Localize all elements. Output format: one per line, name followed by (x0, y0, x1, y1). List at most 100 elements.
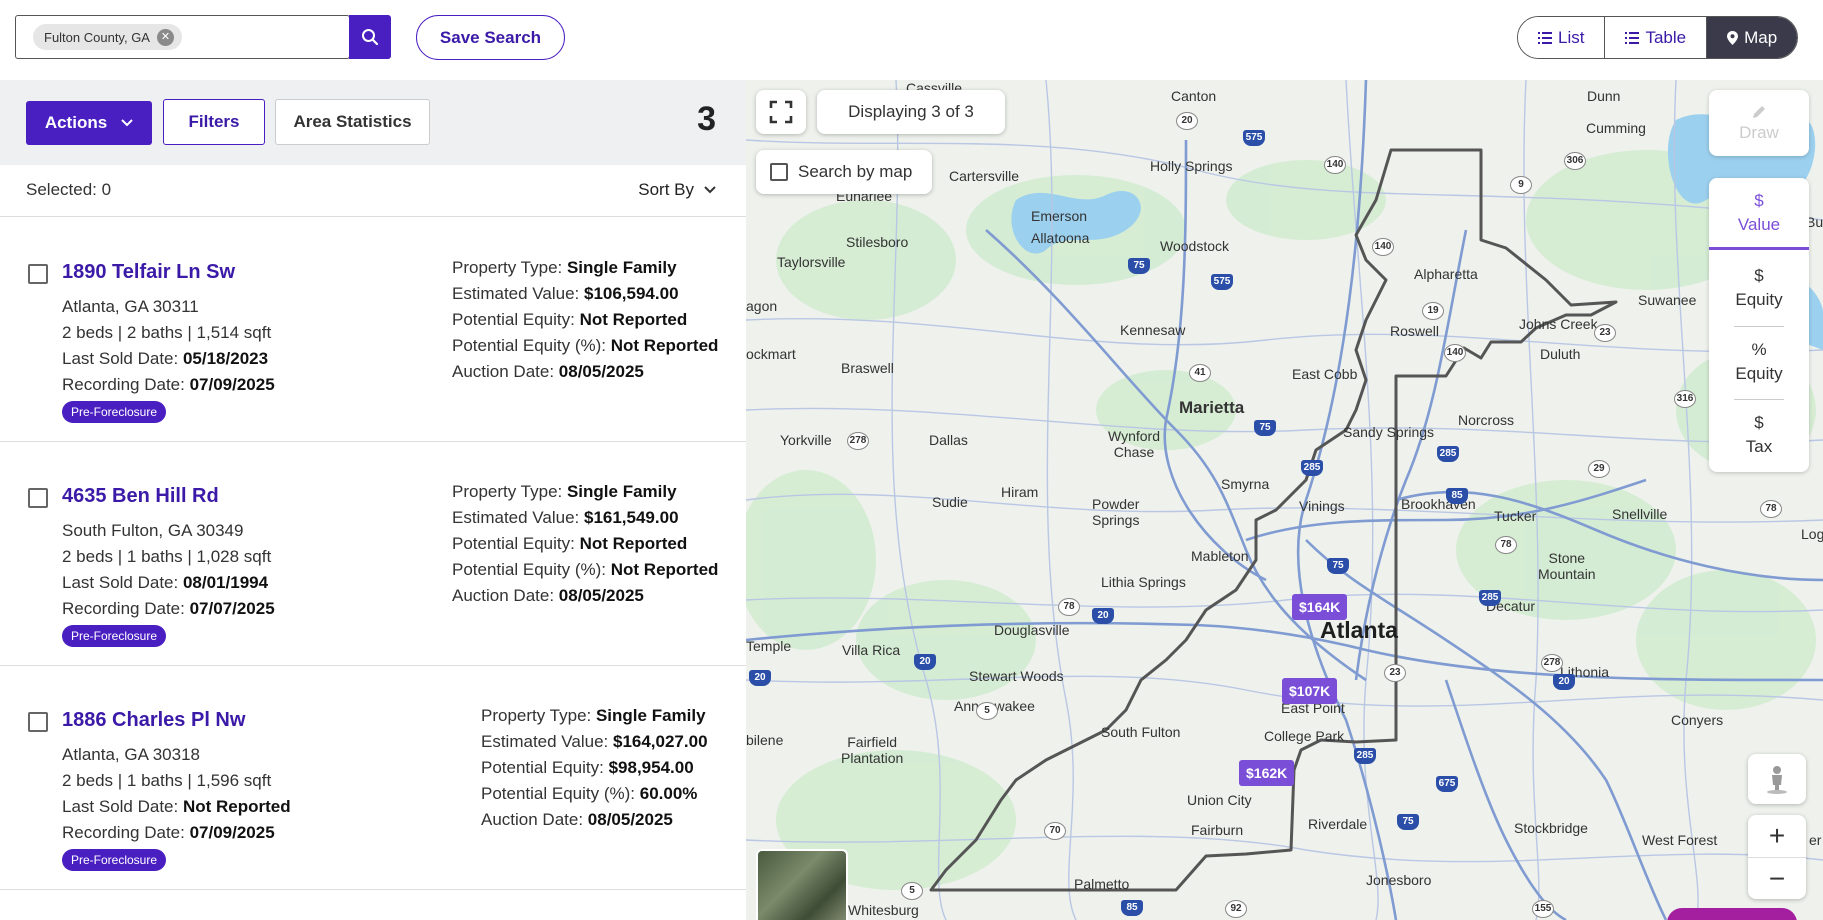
draw-label: Draw (1739, 123, 1779, 142)
highway-shield-icon: 675 (1436, 776, 1458, 792)
route-shield-icon: 23 (1594, 324, 1616, 342)
listing-specs: 2 beds | 1 baths | 1,028 sqft (62, 547, 272, 566)
satellite-toggle[interactable] (756, 849, 848, 920)
place-label: Fairburn (1191, 822, 1244, 838)
save-search-button[interactable]: Save Search (416, 15, 565, 60)
listing-address-link[interactable]: 1890 Telfair Ln Sw (62, 261, 235, 284)
place-label: South Fulton (1101, 724, 1181, 740)
listing-checkbox[interactable] (28, 712, 48, 732)
estimated-value: Estimated Value: $164,027.00 (481, 732, 708, 751)
search-by-map-checkbox[interactable] (770, 163, 788, 181)
place-label: Stilesboro (846, 234, 909, 250)
price-marker[interactable]: $162K (1239, 760, 1295, 786)
actions-label: Actions (44, 113, 108, 132)
selection-bar: Selected: 0 Sort By (0, 165, 746, 217)
highway-shield-icon: 85 (1446, 488, 1468, 504)
place-label: Powder Springs (1092, 496, 1140, 528)
fullscreen-button[interactable] (756, 90, 806, 134)
place-label: Conyers (1671, 712, 1724, 728)
potential-equity-pct: Potential Equity (%): Not Reported (452, 336, 719, 355)
search-icon (362, 29, 379, 46)
actions-button[interactable]: Actions (26, 101, 152, 145)
price-marker[interactable]: $107K (1282, 678, 1338, 704)
remove-chip-icon[interactable]: ✕ (156, 28, 174, 46)
pegman-icon (1767, 766, 1787, 794)
place-label: ockmart (746, 346, 796, 362)
highway-shield-icon: 20 (1553, 674, 1575, 690)
zoom-in-button[interactable]: + (1748, 815, 1806, 857)
place-label: Alpharetta (1414, 266, 1478, 282)
search-input[interactable]: Fulton County, GA ✕ (15, 15, 350, 59)
route-shield-icon: 278 (1541, 654, 1563, 672)
potential-equity-pct: Potential Equity (%): 60.00% (481, 784, 698, 803)
place-label: Cumming (1586, 120, 1646, 136)
place-label: Canton (1171, 88, 1217, 104)
highway-shield-icon: 285 (1354, 748, 1376, 764)
zoom-out-button[interactable]: − (1748, 857, 1806, 899)
table-view-button[interactable]: Table (1604, 17, 1707, 58)
fullscreen-icon (769, 100, 793, 124)
route-shield-icon: 9 (1510, 176, 1532, 194)
listing-address-link[interactable]: 4635 Ben Hill Rd (62, 485, 219, 508)
listing-city: Atlanta, GA 30311 (62, 297, 199, 316)
layer-symbol: $ (1754, 190, 1764, 210)
listing-city: Atlanta, GA 30318 (62, 745, 200, 764)
highway-shield-icon: 20 (1092, 608, 1114, 624)
layer-equity-percent[interactable]: % Equity (1709, 326, 1809, 398)
sort-by-dropdown[interactable]: Sort By (638, 180, 716, 200)
search-by-map-label: Search by map (798, 162, 913, 181)
draw-button[interactable]: Draw (1709, 90, 1809, 156)
highway-shield-icon: 575 (1243, 130, 1265, 146)
route-shield-icon: 92 (1225, 900, 1247, 918)
map-canvas (746, 80, 1823, 920)
list-view-button[interactable]: List (1518, 17, 1605, 58)
property-type: Property Type: Single Family (452, 258, 677, 277)
map-view[interactable]: Cassville Canton Dunn Cumming Holly Spri… (746, 80, 1823, 920)
place-label: agon (746, 298, 778, 314)
result-count: 3 (697, 100, 716, 138)
selected-count: Selected: 0 (26, 180, 112, 199)
results-panel: Actions Filters Area Statistics 3 Select… (0, 80, 746, 920)
listing-recording: Recording Date: 07/09/2025 (62, 375, 275, 394)
place-label: Mableton (1191, 548, 1249, 564)
layer-tax[interactable]: $ Tax (1709, 399, 1809, 471)
place-label: Riverdale (1308, 816, 1368, 832)
map-view-button[interactable]: Map (1706, 17, 1798, 58)
location-chip: Fulton County, GA ✕ (33, 24, 182, 50)
listing-checkbox[interactable] (28, 264, 48, 284)
place-label: Union City (1187, 792, 1252, 808)
street-view-button[interactable] (1748, 754, 1806, 804)
highway-shield-icon: 20 (749, 670, 771, 686)
layer-equity-dollar[interactable]: $ Equity (1709, 252, 1809, 324)
place-label: Kennesaw (1120, 322, 1186, 338)
search-by-map-toggle[interactable]: Search by map (756, 150, 932, 194)
listing-address-link[interactable]: 1886 Charles Pl Nw (62, 709, 245, 732)
auction-date: Auction Date: 08/05/2025 (452, 362, 644, 381)
highway-shield-icon: 75 (1128, 258, 1150, 274)
layer-value[interactable]: $ Value (1709, 178, 1809, 250)
layer-label: Tax (1745, 437, 1773, 456)
location-chip-label: Fulton County, GA (44, 29, 150, 45)
listing-checkbox[interactable] (28, 488, 48, 508)
place-label: Tucker (1494, 508, 1537, 524)
listing-properties: Property Type: Single Family Estimated V… (481, 703, 708, 833)
status-badge: Pre-Foreclosure (62, 401, 167, 423)
route-shield-icon: 5 (976, 702, 998, 720)
area-statistics-button[interactable]: Area Statistics (275, 99, 430, 145)
highway-shield-icon: 85 (1121, 900, 1143, 916)
floating-action-button[interactable] (1667, 908, 1797, 920)
route-shield-icon: 306 (1564, 152, 1586, 170)
map-layer-selector: $ Value $ Equity % Equity $ Tax (1709, 178, 1809, 472)
top-bar: Fulton County, GA ✕ Save Search List Tab… (0, 0, 1823, 80)
filters-button[interactable]: Filters (163, 99, 265, 145)
place-label: bilene (746, 732, 784, 748)
route-shield-icon: 278 (847, 432, 869, 450)
price-marker[interactable]: $164K (1292, 594, 1348, 620)
place-label: Vinings (1299, 498, 1345, 514)
listing-last-sold: Last Sold Date: 05/18/2023 (62, 349, 269, 368)
place-label: Stewart Woods (969, 668, 1064, 684)
search-button[interactable] (349, 15, 391, 59)
place-label: West Forest (1642, 832, 1718, 848)
place-label: Emerson (1031, 208, 1088, 224)
place-label: Lithia Springs (1101, 574, 1186, 590)
